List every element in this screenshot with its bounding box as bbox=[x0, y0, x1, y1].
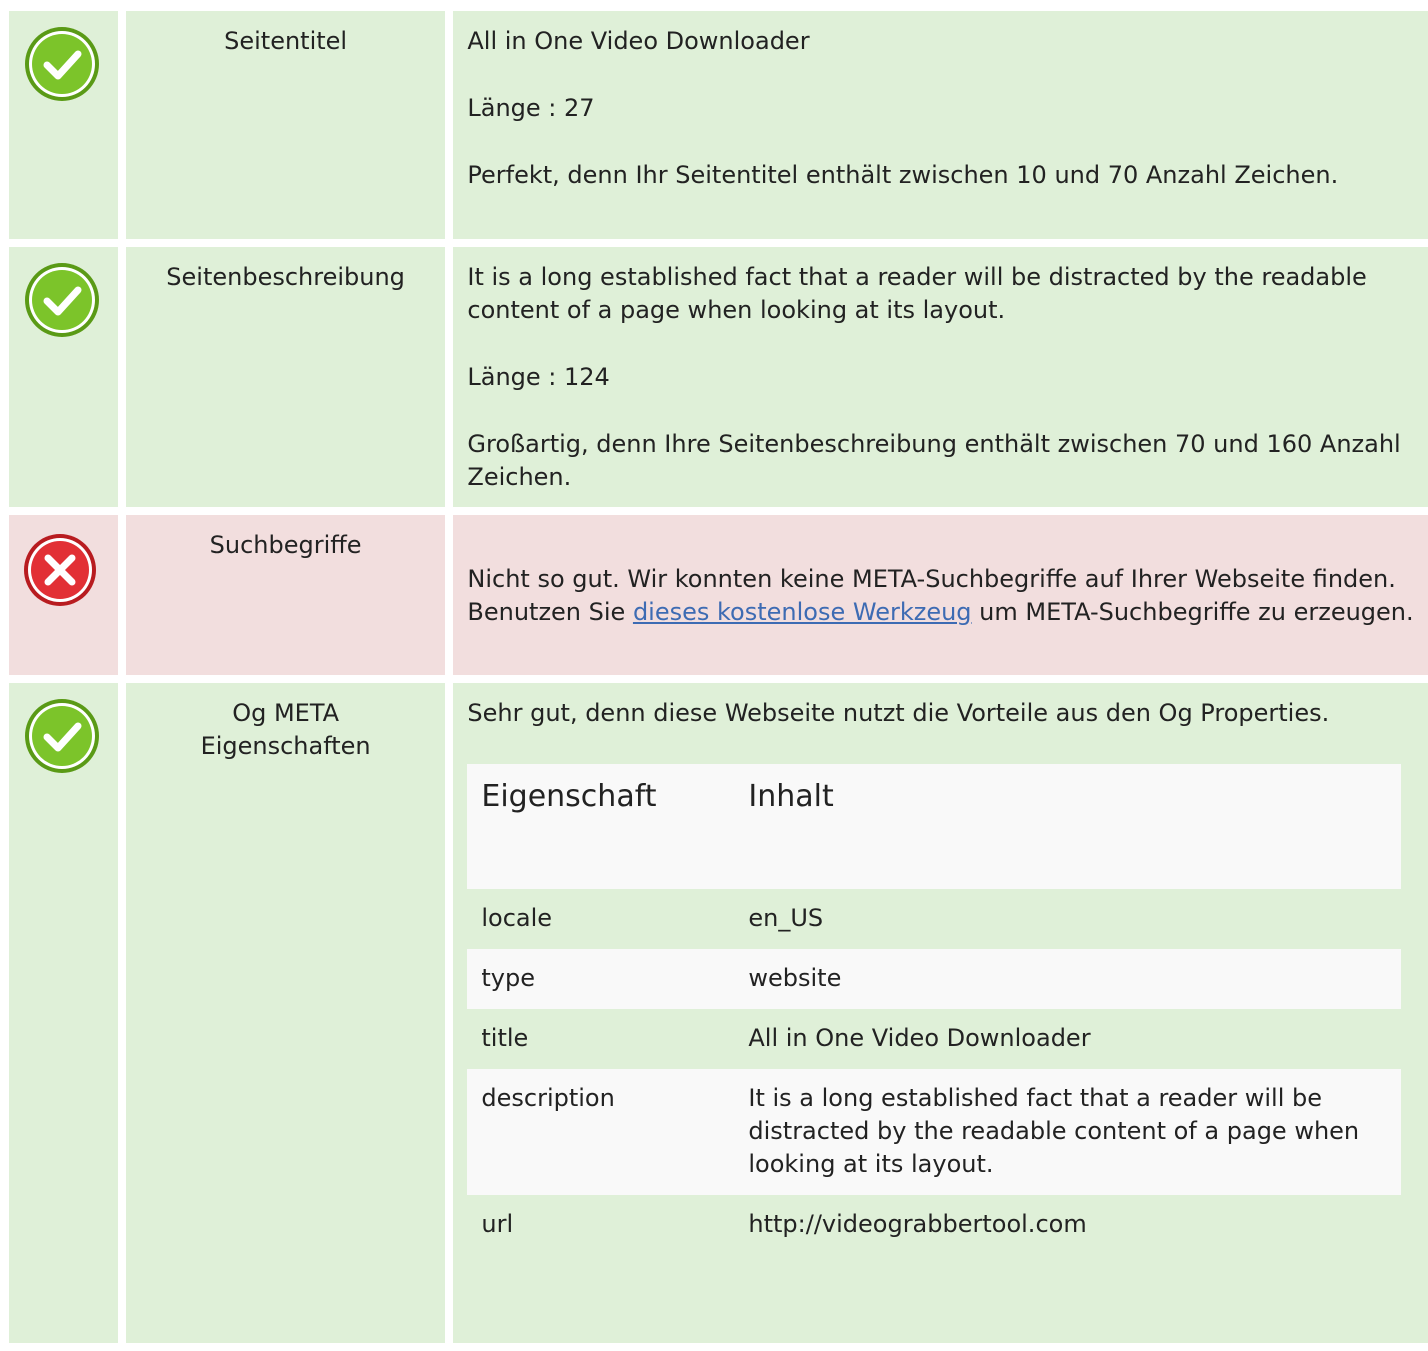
og-content: All in One Video Downloader bbox=[734, 1009, 1402, 1069]
og-content: http://videograbbertool.com bbox=[734, 1195, 1402, 1281]
keyword-tool-link[interactable]: dieses kostenlose Werkzeug bbox=[633, 598, 972, 626]
og-content: It is a long established fact that a rea… bbox=[734, 1069, 1402, 1195]
check-circle-icon bbox=[25, 263, 99, 337]
status-cell bbox=[9, 247, 118, 507]
og-table-header: Eigenschaft Inhalt bbox=[467, 764, 1402, 889]
check-circle-icon bbox=[25, 699, 99, 773]
keywords-text-after: um META-Suchbegriffe zu erzeugen. bbox=[971, 598, 1414, 626]
og-label-line2: Eigenschaften bbox=[200, 732, 371, 760]
og-label-line1: Og META bbox=[232, 699, 340, 727]
title-verdict: Perfekt, denn Ihr Seitentitel enthält zw… bbox=[467, 161, 1339, 189]
row-label: Seitentitel bbox=[125, 11, 446, 239]
og-property: url bbox=[467, 1195, 735, 1281]
error-circle-icon bbox=[24, 534, 96, 606]
og-property: locale bbox=[467, 889, 735, 949]
status-cell bbox=[9, 515, 118, 675]
row-content: All in One Video Downloader Länge : 27 P… bbox=[453, 11, 1428, 239]
og-content: website bbox=[734, 949, 1402, 1009]
header-content: Inhalt bbox=[734, 764, 1402, 889]
title-length: Länge : 27 bbox=[467, 94, 595, 122]
og-properties-table: Eigenschaft Inhalt locale en_US type web… bbox=[467, 764, 1402, 1281]
table-row: locale en_US bbox=[467, 889, 1402, 949]
meta-description-value: It is a long established fact that a rea… bbox=[467, 263, 1367, 324]
report-row-title: Seitentitel All in One Video Downloader … bbox=[0, 11, 1428, 239]
row-content: Sehr gut, denn diese Webseite nutzt die … bbox=[453, 683, 1428, 1343]
row-label: Seitenbeschreibung bbox=[125, 247, 446, 507]
report-row-og-meta: Og META Eigenschaften Sehr gut, denn die… bbox=[0, 683, 1428, 1343]
og-property: type bbox=[467, 949, 735, 1009]
report-row-description: Seitenbeschreibung It is a long establis… bbox=[0, 247, 1428, 507]
table-row: title All in One Video Downloader bbox=[467, 1009, 1402, 1069]
row-content: Nicht so gut. Wir konnten keine META-Suc… bbox=[453, 515, 1428, 675]
check-circle-icon bbox=[25, 27, 99, 101]
row-content: It is a long established fact that a rea… bbox=[453, 247, 1428, 507]
og-property: description bbox=[467, 1069, 735, 1195]
status-cell bbox=[9, 11, 118, 239]
og-verdict: Sehr gut, denn diese Webseite nutzt die … bbox=[467, 699, 1330, 727]
row-label: Og META Eigenschaften bbox=[125, 683, 446, 1343]
keywords-verdict: Nicht so gut. Wir konnten keine META-Suc… bbox=[467, 563, 1414, 629]
header-property: Eigenschaft bbox=[467, 764, 735, 889]
seo-report: Seitentitel All in One Video Downloader … bbox=[0, 11, 1428, 1351]
description-verdict: Großartig, denn Ihre Seitenbeschreibung … bbox=[467, 430, 1401, 491]
og-property: title bbox=[467, 1009, 735, 1069]
table-row: url http://videograbbertool.com bbox=[467, 1195, 1402, 1281]
og-content: en_US bbox=[734, 889, 1402, 949]
table-row: description It is a long established fac… bbox=[467, 1069, 1402, 1195]
report-row-keywords: Suchbegriffe Nicht so gut. Wir konnten k… bbox=[0, 515, 1428, 675]
table-row: type website bbox=[467, 949, 1402, 1009]
page-title-value: All in One Video Downloader bbox=[467, 27, 810, 55]
status-cell bbox=[9, 683, 118, 1343]
description-length: Länge : 124 bbox=[467, 363, 610, 391]
row-label: Suchbegriffe bbox=[125, 515, 446, 675]
